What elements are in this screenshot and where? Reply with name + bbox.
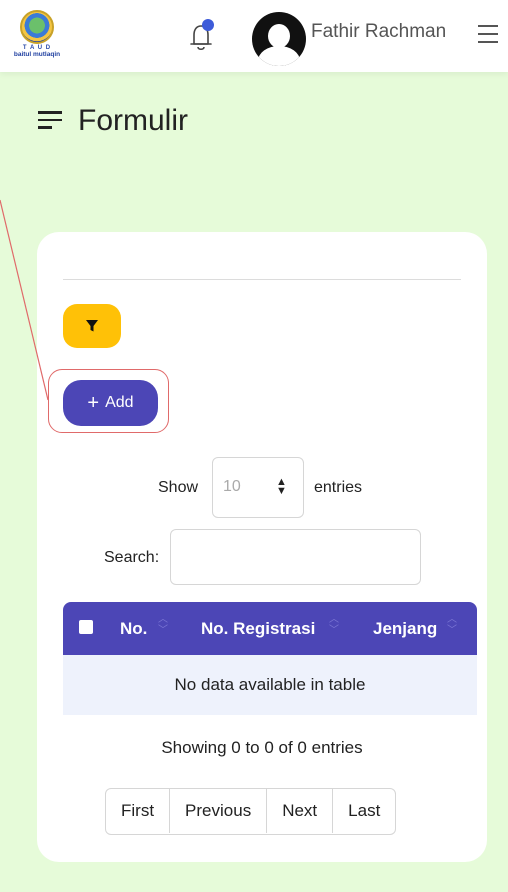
school-logo[interactable]: T A U D baitul mutlaqin (8, 10, 66, 62)
add-button[interactable]: + Add (63, 380, 158, 426)
column-header-no-registrasi[interactable]: No. Registrasi (201, 619, 315, 639)
filter-button[interactable] (63, 304, 121, 348)
table-info: Showing 0 to 0 of 0 entries (161, 738, 363, 757)
filter-icon (86, 320, 98, 332)
table-header: No. ︿ ﹀ No. Registrasi ︿ ﹀ Jenjang ︿ ﹀ (63, 602, 477, 655)
search-label: Search: (104, 549, 160, 566)
page-title-text: Formulir (78, 104, 188, 137)
top-navbar: T A U D baitul mutlaqin Fathir Rachman (0, 0, 508, 72)
column-header-jenjang[interactable]: Jenjang (373, 619, 437, 639)
pagination-first-button[interactable]: First (106, 789, 171, 833)
select-arrows-icon: ▲ ▼ (276, 476, 287, 497)
entries-select[interactable]: 10 ▲ ▼ (212, 457, 304, 518)
card-divider (63, 279, 461, 280)
pagination-previous-button[interactable]: Previous (170, 789, 268, 833)
pagination-last-button[interactable]: Last (333, 789, 395, 833)
table-empty-row: No data available in table (63, 655, 477, 715)
select-all-checkbox[interactable] (79, 620, 93, 634)
show-label: Show (158, 479, 199, 496)
entries-length-control: Show 10 ▲ ▼ entries (37, 457, 487, 519)
sidebar-toggle-icon[interactable] (38, 111, 66, 131)
entries-label: entries (314, 479, 363, 496)
entries-select-value: 10 (223, 478, 241, 495)
formulir-card: + Add Show 10 ▲ ▼ entries Search: No. ︿ ﹀ … (37, 232, 487, 862)
logo-name: baitul mutlaqin (13, 51, 61, 58)
user-name[interactable]: Fathir Rachman (311, 21, 446, 43)
pagination: First Previous Next Last (105, 788, 397, 835)
column-header-no[interactable]: No. (120, 619, 147, 639)
pagination-next-button[interactable]: Next (267, 789, 334, 833)
sort-icon[interactable]: ︿ ﹀ (329, 614, 339, 636)
add-button-label: Add (105, 394, 134, 411)
notification-bell-icon[interactable] (186, 18, 220, 54)
avatar-body-shape (258, 46, 300, 66)
page-title: Formulir (38, 104, 188, 138)
avatar-head-shape (268, 24, 290, 48)
search-input[interactable] (170, 529, 421, 585)
data-table: No. ︿ ﹀ No. Registrasi ︿ ﹀ Jenjang ︿ ﹀ No d… (63, 602, 477, 715)
logo-emblem (20, 10, 54, 44)
sort-icon[interactable]: ︿ ﹀ (447, 614, 457, 636)
plus-icon: + (87, 392, 100, 414)
hamburger-menu-icon[interactable] (478, 25, 504, 47)
avatar[interactable] (252, 12, 306, 66)
sort-icon[interactable]: ︿ ﹀ (158, 614, 168, 636)
